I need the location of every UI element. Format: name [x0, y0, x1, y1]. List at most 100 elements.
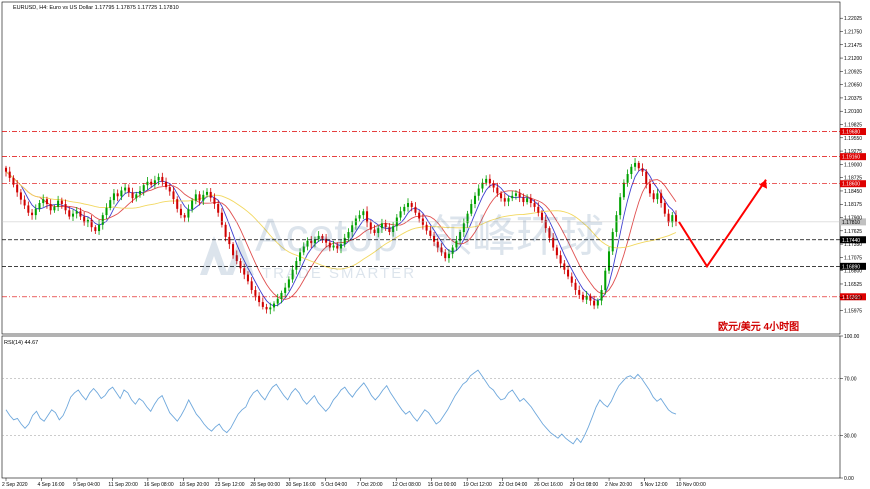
candle	[637, 160, 640, 171]
price-tick-label: 1.16800	[844, 269, 862, 275]
candle	[19, 189, 22, 205]
candle-body	[265, 306, 268, 310]
candle	[105, 203, 108, 220]
rsi-tick-label: 100.00	[844, 334, 860, 340]
candle-body	[4, 167, 8, 172]
candle-body	[220, 212, 223, 225]
candle	[481, 178, 484, 193]
candle-body	[280, 292, 283, 299]
candle-body	[127, 187, 130, 193]
candle-body	[406, 203, 410, 207]
candle-body	[626, 174, 629, 183]
candle	[261, 297, 264, 310]
candle-body	[176, 199, 179, 209]
candle-body	[45, 199, 48, 205]
candle-body	[213, 197, 216, 205]
candle	[630, 164, 633, 179]
candle-body	[98, 224, 101, 232]
candle	[135, 191, 138, 202]
candle-body	[116, 193, 119, 197]
price-chart[interactable]: 1.196801.191601.186001.174401.168901.162…	[0, 0, 870, 489]
candle	[600, 285, 603, 306]
price-tick-label: 1.20100	[844, 109, 862, 115]
candle-body	[284, 287, 287, 293]
candle-body	[246, 274, 249, 282]
level-price-label: 1.19680	[842, 130, 860, 136]
price-tick-label: 1.19825	[844, 123, 862, 129]
candle-body	[94, 227, 97, 232]
candle	[403, 204, 406, 215]
candle-body	[533, 203, 536, 207]
candle-body	[529, 198, 532, 204]
candle-body	[578, 290, 581, 295]
symbol-header: EURUSD, H4: Euro vs US Dollar 1.17795 1.…	[13, 5, 179, 11]
candle-body	[16, 184, 19, 193]
candle-body	[418, 212, 421, 219]
arrow-path	[678, 179, 767, 269]
price-tick-label: 1.16250	[844, 295, 862, 301]
candle	[153, 175, 156, 189]
candle-body	[60, 200, 63, 205]
price-tick-label: 1.18175	[844, 202, 862, 208]
candle-body	[42, 199, 45, 204]
price-tick-label: 1.20925	[844, 69, 862, 75]
candle-body	[272, 303, 276, 308]
candle-body	[34, 208, 37, 216]
candle	[90, 215, 93, 232]
grid-layer	[1, 1, 841, 479]
time-tick-label: 10 Nov 00:00	[676, 482, 706, 488]
candle	[187, 204, 190, 223]
candle	[250, 277, 253, 294]
candle-body	[90, 219, 93, 228]
candle-body	[224, 224, 227, 237]
candle	[574, 279, 577, 295]
candle-body	[239, 261, 242, 269]
time-tick-label: 11 Sep 20:00	[108, 482, 138, 488]
candle-body	[57, 200, 60, 207]
candle	[660, 189, 663, 208]
candle	[265, 303, 268, 314]
time-tick-label: 29 Oct 08:00	[570, 482, 599, 488]
candle-body	[135, 194, 138, 199]
candle-body	[83, 216, 86, 223]
candle	[228, 232, 231, 249]
candle	[194, 189, 197, 205]
candle-body	[522, 197, 525, 203]
time-tick-label: 28 Sep 00:00	[250, 482, 280, 488]
candle	[38, 199, 41, 212]
candle-body	[142, 185, 145, 191]
time-tick-label: 22 Oct 04:00	[499, 482, 528, 488]
candle	[619, 193, 622, 220]
candle-body	[477, 188, 480, 196]
candle-body	[652, 193, 655, 200]
candle	[406, 198, 410, 212]
candle-body	[168, 187, 171, 192]
candle-body	[648, 183, 651, 194]
candle-body	[101, 215, 104, 225]
candle-body	[656, 193, 659, 200]
candle	[674, 210, 678, 227]
candle	[146, 176, 149, 190]
candle	[116, 189, 119, 202]
candle	[611, 228, 614, 255]
candle-body	[187, 209, 190, 218]
candle-body	[79, 211, 82, 217]
candle	[641, 163, 644, 177]
candle	[75, 207, 78, 219]
candle	[112, 189, 115, 205]
candle-body	[607, 251, 611, 271]
candle-body	[31, 212, 34, 216]
price-tick-label: 1.21475	[844, 43, 862, 49]
candle-body	[183, 215, 186, 218]
candle	[473, 192, 477, 209]
candle	[567, 265, 570, 280]
candle-body	[209, 191, 212, 198]
candle-body	[105, 207, 108, 216]
price-tick-label: 1.15975	[844, 309, 862, 315]
candle-body	[637, 162, 640, 169]
time-tick-label: 5 Nov 12:00	[641, 482, 668, 488]
candle	[224, 222, 227, 242]
rsi-panel-frame	[1, 335, 841, 479]
candle	[98, 219, 101, 235]
time-tick-label: 9 Sep 04:00	[73, 482, 100, 488]
